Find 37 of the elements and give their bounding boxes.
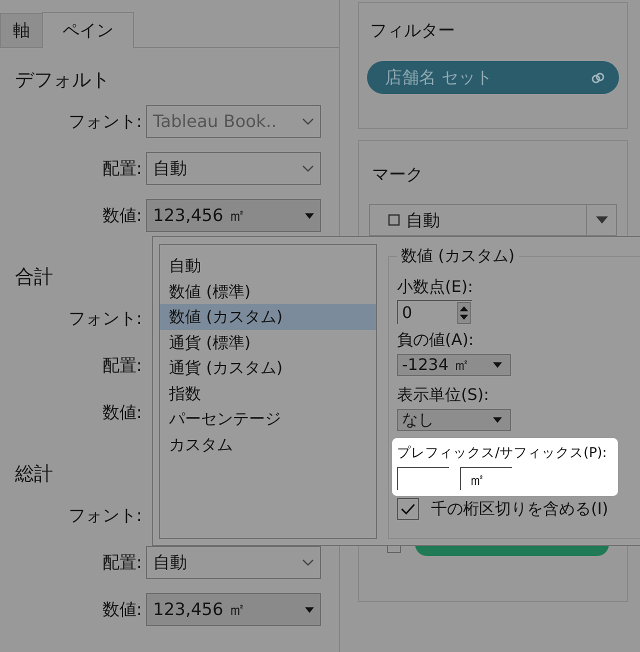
format-option[interactable]: 数値 (カスタム) <box>160 304 376 330</box>
dropdown[interactable]: 123,456 ㎡ <box>146 593 321 626</box>
field-label: 数値: <box>101 402 143 424</box>
format-option[interactable]: 数値 (標準) <box>160 278 376 304</box>
tab[interactable]: ペイン <box>42 12 134 48</box>
field-label: フォント: <box>67 308 143 330</box>
checkbox-label: 千の桁区切りを含める(I) <box>431 498 608 520</box>
field-label: 数値: <box>101 599 143 621</box>
format-option[interactable]: 指数 <box>160 380 376 406</box>
format-option[interactable]: 自動 <box>160 253 376 278</box>
card-title: マーク <box>371 164 424 187</box>
suffix-field[interactable]: ㎡ <box>460 467 512 490</box>
dropdown[interactable]: 123,456 ㎡ <box>146 199 321 232</box>
field-label: 配置: <box>101 355 143 377</box>
field-label: 表示単位(S): <box>397 384 490 406</box>
section-title: 総計 <box>14 462 53 487</box>
field-label: 負の値(A): <box>397 329 475 351</box>
format-option[interactable]: カスタム <box>160 432 376 457</box>
card-title: フィルター <box>369 20 456 43</box>
section-title: デフォルト <box>14 68 110 93</box>
field-label: 小数点(E): <box>397 276 474 298</box>
field-label: フォント: <box>67 505 143 527</box>
dropdown[interactable]: 自動 <box>146 152 321 185</box>
format-option[interactable]: 通貨 (標準) <box>160 330 376 355</box>
tab[interactable]: 軸 <box>0 13 43 47</box>
section-title: 合計 <box>14 265 53 290</box>
negative-dropdown[interactable]: -1234 ㎡ <box>397 354 511 376</box>
format-option[interactable]: パーセンテージ <box>160 406 376 432</box>
field-label: プレフィックス/サフィックス(P): <box>397 444 608 463</box>
format-option[interactable]: 通貨 (カスタム) <box>160 355 376 380</box>
field-label: 配置: <box>101 158 143 180</box>
units-dropdown[interactable]: なし <box>397 409 511 431</box>
field-label: フォント: <box>67 111 143 133</box>
field-label: 数値: <box>101 205 143 227</box>
dropdown[interactable]: 自動 <box>146 546 321 579</box>
field-label: 配置: <box>101 552 143 574</box>
decimals-spinner[interactable]: 0 <box>397 300 472 324</box>
